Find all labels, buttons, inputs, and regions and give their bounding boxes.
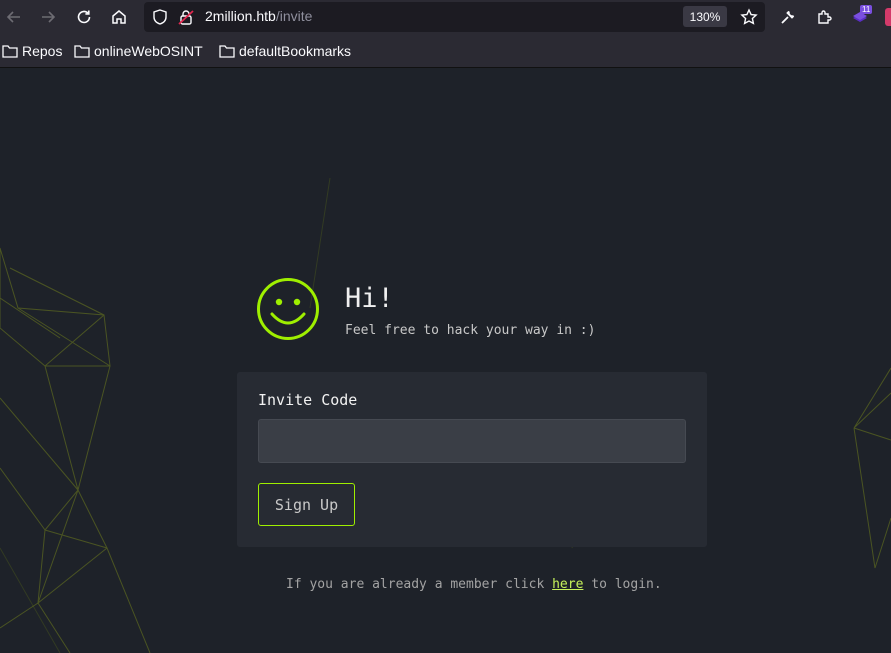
- network-background-graphic: [0, 177, 891, 653]
- extension-icon-partial[interactable]: [885, 8, 891, 26]
- invite-code-input[interactable]: [258, 419, 686, 463]
- url-host: 2million.htb: [205, 8, 276, 24]
- invite-code-label: Invite Code: [258, 391, 358, 409]
- bookmark-label: onlineWebOSINT: [94, 43, 203, 59]
- extensions-button[interactable]: [810, 4, 838, 30]
- arrow-left-icon: [6, 11, 20, 23]
- extension-badge: 11: [860, 5, 873, 14]
- bookmark-folder-defaultbookmarks[interactable]: defaultBookmarks: [219, 43, 351, 59]
- site-security-button[interactable]: [172, 4, 200, 30]
- forward-button[interactable]: [34, 4, 62, 30]
- arrow-right-icon: [42, 11, 56, 23]
- home-icon: [112, 10, 126, 24]
- greeting-heading: Hi!: [345, 283, 394, 314]
- tools-button[interactable]: [774, 4, 802, 30]
- zoom-level-button[interactable]: 130%: [683, 6, 727, 27]
- browser-toolbar: 2million.htb/invite 130% 11: [0, 0, 891, 36]
- login-prompt: If you are already a member click here t…: [286, 577, 662, 592]
- star-icon: [740, 8, 758, 25]
- folder-icon: [74, 45, 90, 58]
- back-button[interactable]: [0, 4, 28, 30]
- bookmark-label: Repos: [22, 43, 63, 59]
- tagline-text: Feel free to hack your way in :): [345, 323, 596, 338]
- extension-stack-button[interactable]: 11: [846, 4, 874, 30]
- bookmark-folder-onlinewebosint[interactable]: onlineWebOSINT: [74, 43, 203, 59]
- login-link[interactable]: here: [552, 577, 583, 592]
- insecure-lock-icon: [178, 10, 194, 25]
- tracking-protection-button[interactable]: [146, 4, 174, 30]
- url-path: /invite: [275, 8, 313, 24]
- home-button[interactable]: [105, 4, 133, 30]
- sign-up-button[interactable]: Sign Up: [258, 483, 355, 526]
- bookmark-label: defaultBookmarks: [239, 43, 352, 59]
- wrench-icon: [781, 10, 795, 24]
- smiley-logo-icon: [257, 278, 319, 340]
- puzzle-icon: [818, 10, 832, 24]
- folder-icon: [219, 45, 235, 58]
- bookmark-star-button[interactable]: [735, 4, 763, 30]
- reload-icon: [77, 10, 91, 24]
- login-prompt-suffix: to login.: [583, 577, 662, 592]
- reload-button[interactable]: [70, 4, 98, 30]
- bookmark-folder-repos[interactable]: Repos: [2, 43, 62, 59]
- folder-icon: [2, 45, 18, 58]
- page-viewport: [0, 68, 891, 653]
- shield-icon: [153, 9, 167, 25]
- url-text[interactable]: 2million.htb/invite: [205, 8, 312, 24]
- login-prompt-prefix: If you are already a member click: [286, 577, 553, 592]
